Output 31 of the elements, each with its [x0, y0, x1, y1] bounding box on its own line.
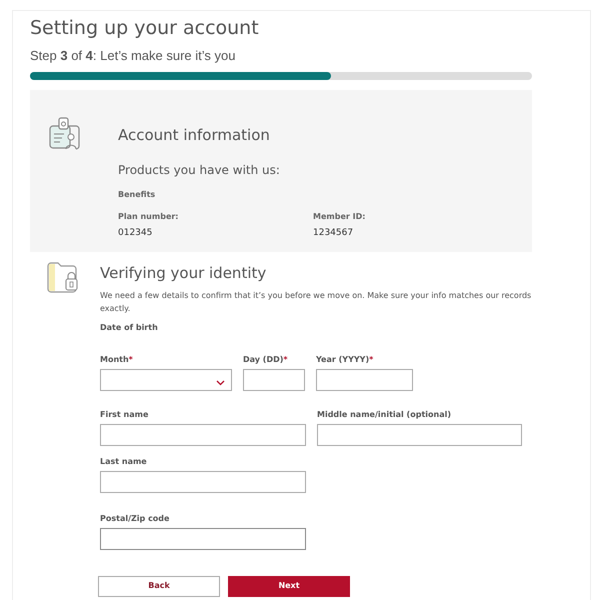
- chevron-down-icon: [216, 380, 225, 386]
- next-button[interactable]: Next: [228, 576, 350, 597]
- month-select[interactable]: [100, 368, 232, 391]
- group-label: Date of birth: [100, 322, 159, 334]
- products-heading: Products you have with us:: [118, 162, 281, 179]
- field-label: Postal/Zip code: [100, 512, 170, 525]
- id-card-icon: [48, 116, 80, 152]
- field-value: 1234567: [313, 226, 354, 240]
- field-label: First name: [100, 408, 150, 421]
- input-field[interactable]: [100, 424, 306, 446]
- folder-lock-icon: [46, 262, 80, 294]
- back-button[interactable]: Back: [98, 576, 220, 597]
- description-text: We need a few details to confirm that it’s you before we move on. Make sure your info matches our records exactly.: [100, 290, 532, 315]
- section-title: Verifying your identity: [100, 263, 268, 284]
- input-field[interactable]: [317, 424, 522, 446]
- field-value: 012345: [118, 226, 154, 240]
- input-field[interactable]: [100, 528, 306, 550]
- field-label: Month*: [100, 354, 134, 366]
- input-field[interactable]: [100, 470, 306, 493]
- field-label: Day (DD)*: [243, 354, 289, 366]
- page-title: Setting up your account: [30, 17, 260, 40]
- field-label: Middle name/initial (optional): [317, 408, 452, 421]
- input-field[interactable]: [243, 368, 305, 391]
- input-field[interactable]: [316, 368, 413, 391]
- field-label: Year (YYYY)*: [316, 354, 374, 366]
- product-name: Benefits: [118, 188, 156, 201]
- field-label: Plan number:: [118, 210, 180, 223]
- section-title: Account information: [118, 125, 271, 146]
- step-text: Step 3 of 4: Let’s make sure it’s you: [30, 46, 236, 65]
- field-label: Member ID:: [313, 210, 366, 223]
- field-label: Last name: [100, 456, 148, 468]
